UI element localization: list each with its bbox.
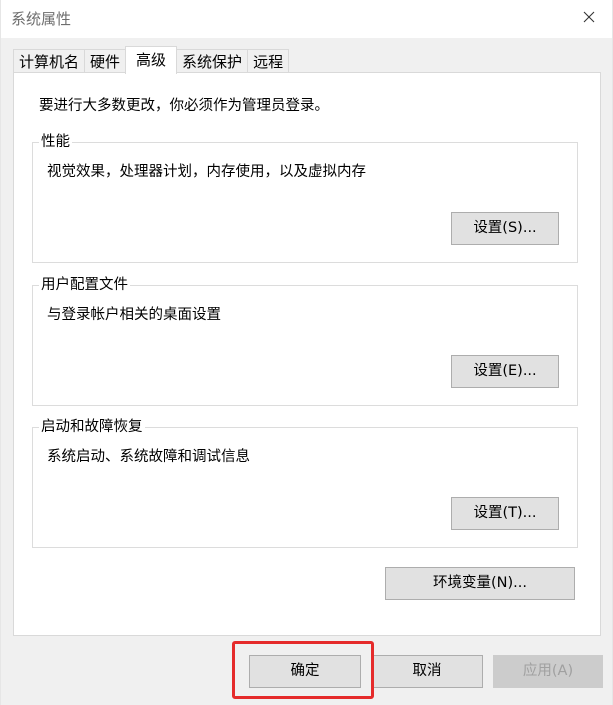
performance-settings-button[interactable]: 设置(S)... [451, 212, 559, 245]
user-profiles-settings-button[interactable]: 设置(E)... [451, 355, 559, 388]
window-title: 系统属性 [11, 10, 72, 28]
apply-button: 应用(A) [493, 655, 603, 688]
startup-recovery-settings-button[interactable]: 设置(T)... [451, 497, 559, 530]
tab-hardware[interactable]: 硬件 [84, 49, 127, 73]
tab-system-protection[interactable]: 系统保护 [176, 49, 249, 73]
tab-remote[interactable]: 远程 [247, 49, 290, 73]
environment-variables-button[interactable]: 环境变量(N)... [385, 567, 575, 600]
close-button[interactable] [566, 0, 612, 34]
startup-recovery-group: 启动和故障恢复 系统启动、系统故障和调试信息 设置(T)... [32, 418, 578, 548]
user-profiles-description: 与登录帐户相关的桌面设置 [47, 307, 221, 323]
user-profiles-group-label: 用户配置文件 [39, 276, 130, 294]
advanced-tab-panel: 要进行大多数更改，你必须作为管理员登录。 性能 视觉效果，处理器计划，内存使用，… [13, 72, 601, 636]
cancel-button[interactable]: 取消 [371, 655, 483, 688]
performance-description: 视觉效果，处理器计划，内存使用，以及虚拟内存 [47, 164, 366, 180]
user-profiles-group: 用户配置文件 与登录帐户相关的桌面设置 设置(E)... [32, 276, 578, 406]
performance-group-label: 性能 [39, 133, 72, 151]
startup-recovery-group-label: 启动和故障恢复 [39, 418, 145, 436]
admin-note: 要进行大多数更改，你必须作为管理员登录。 [39, 98, 329, 114]
tab-computer-name[interactable]: 计算机名 [13, 49, 86, 73]
ok-button[interactable]: 确定 [249, 655, 361, 688]
title-bar: 系统属性 [1, 0, 612, 38]
tab-advanced[interactable]: 高级 [125, 46, 178, 74]
tab-strip: 计算机名 硬件 高级 系统保护 远程 [13, 46, 290, 74]
close-icon [583, 11, 595, 23]
system-properties-dialog: 系统属性 计算机名 硬件 高级 系统保护 远程 要进行大多数更改，你必须作为管理… [0, 0, 613, 705]
performance-group: 性能 视觉效果，处理器计划，内存使用，以及虚拟内存 设置(S)... [32, 133, 578, 263]
startup-recovery-description: 系统启动、系统故障和调试信息 [47, 449, 250, 465]
